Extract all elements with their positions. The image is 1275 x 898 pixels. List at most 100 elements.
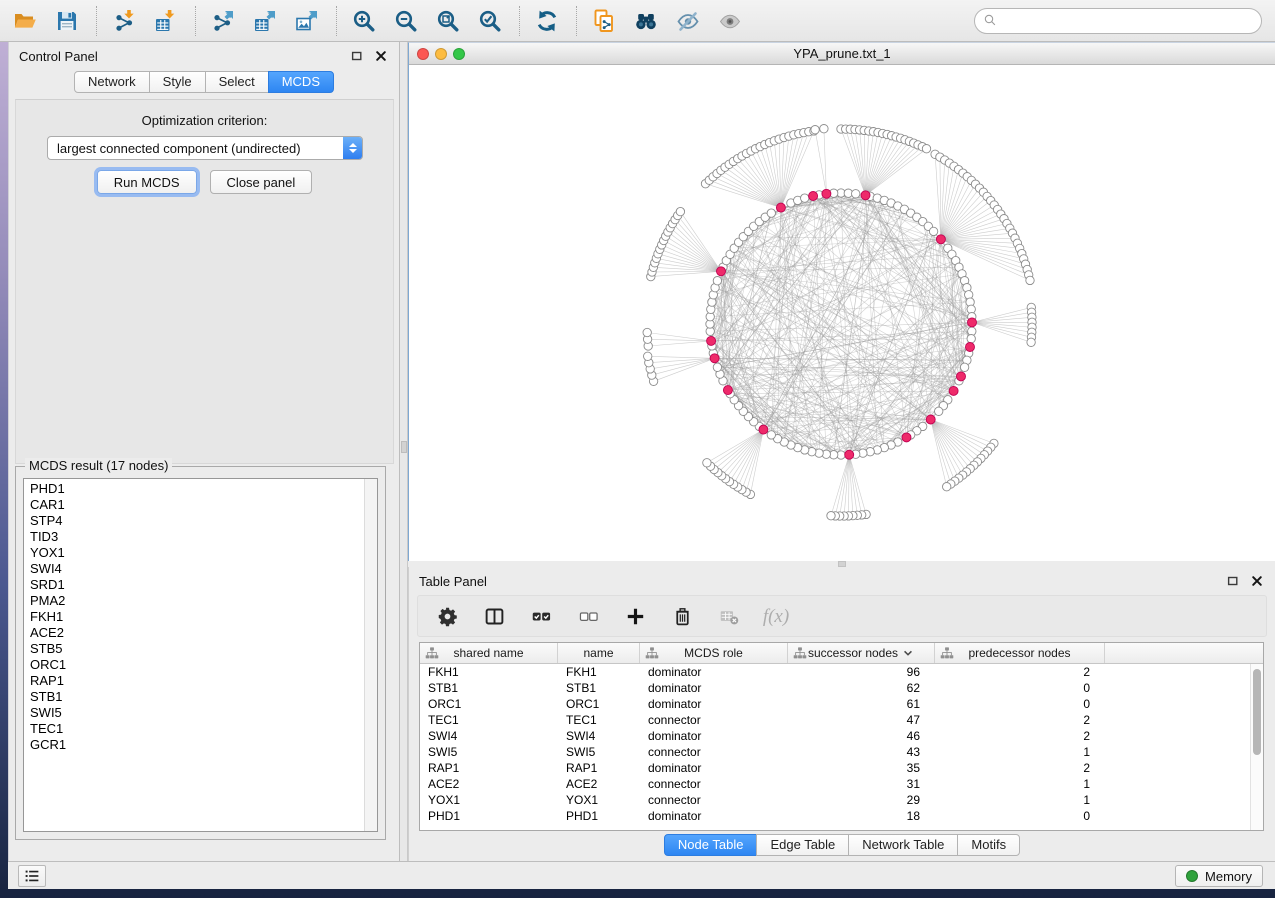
- function-builder-button: f(x): [763, 603, 789, 629]
- deselect-all-icon: [578, 606, 599, 627]
- column-header-predecessor-nodes[interactable]: predecessor nodes: [935, 643, 1105, 663]
- tab-mcds[interactable]: MCDS: [268, 71, 334, 93]
- zoom-in-button[interactable]: [347, 5, 381, 37]
- open-button[interactable]: [8, 5, 42, 37]
- table-row[interactable]: PHD1PHD1dominator180: [420, 808, 1250, 824]
- zoom-selected-button[interactable]: [473, 5, 507, 37]
- refresh-icon: [535, 9, 559, 33]
- zoom-out-button[interactable]: [389, 5, 423, 37]
- mcds-result-item[interactable]: SWI4: [24, 561, 363, 577]
- control-panel-title: Control Panel: [19, 49, 98, 64]
- table-panel-float-button[interactable]: [1225, 573, 1241, 589]
- tab-edge-table[interactable]: Edge Table: [756, 834, 849, 856]
- deselect-all-button[interactable]: [575, 603, 601, 629]
- traffic-light-maximize[interactable]: [453, 48, 465, 60]
- table-row[interactable]: ORC1ORC1dominator610: [420, 696, 1250, 712]
- show-hidden-icon: [718, 9, 742, 33]
- status-bar: Memory: [8, 861, 1275, 889]
- tab-node-table[interactable]: Node Table: [664, 834, 758, 856]
- criterion-select[interactable]: largest connected component (undirected): [47, 136, 363, 160]
- search-input[interactable]: [974, 8, 1262, 34]
- memory-button[interactable]: Memory: [1175, 865, 1263, 887]
- import-table-icon: [154, 9, 178, 33]
- table-cell: 2: [935, 665, 1105, 679]
- column-header-MCDS-role[interactable]: MCDS role: [640, 643, 788, 663]
- control-panel-close-button[interactable]: [373, 48, 389, 64]
- add-column-button[interactable]: [622, 603, 648, 629]
- mcds-result-item[interactable]: RAP1: [24, 673, 363, 689]
- mcds-result-item[interactable]: FKH1: [24, 609, 363, 625]
- control-panel: Control Panel NetworkStyleSelectMCDS Opt…: [8, 42, 400, 861]
- mcds-result-list: PHD1CAR1STP4TID3YOX1SWI4SRD1PMA2FKH1ACE2…: [24, 481, 363, 753]
- first-neighbors-button[interactable]: [629, 5, 663, 37]
- export-table-button[interactable]: [248, 5, 282, 37]
- mcds-result-item[interactable]: SRD1: [24, 577, 363, 593]
- hide-selected-button[interactable]: [671, 5, 705, 37]
- add-column-icon: [625, 606, 646, 627]
- split-view-button[interactable]: [481, 603, 507, 629]
- table-row[interactable]: RAP1RAP1dominator352: [420, 760, 1250, 776]
- mcds-result-item[interactable]: GCR1: [24, 737, 363, 753]
- column-header-shared-name[interactable]: shared name: [420, 643, 558, 663]
- mcds-result-item[interactable]: YOX1: [24, 545, 363, 561]
- import-network-button[interactable]: [107, 5, 141, 37]
- table-cell: SWI4: [558, 729, 640, 743]
- traffic-light-close[interactable]: [417, 48, 429, 60]
- panel-menu-button[interactable]: [18, 865, 46, 887]
- mcds-result-item[interactable]: SWI5: [24, 705, 363, 721]
- tab-select[interactable]: Select: [205, 71, 269, 93]
- table-row[interactable]: SWI4SWI4dominator462: [420, 728, 1250, 744]
- mcds-result-item[interactable]: ACE2: [24, 625, 363, 641]
- mcds-result-item[interactable]: PMA2: [24, 593, 363, 609]
- tab-network-table[interactable]: Network Table: [848, 834, 958, 856]
- mcds-result-item[interactable]: PHD1: [24, 481, 363, 497]
- mcds-result-item[interactable]: STB1: [24, 689, 363, 705]
- tab-style[interactable]: Style: [149, 71, 206, 93]
- table-row[interactable]: TEC1TEC1connector472: [420, 712, 1250, 728]
- vertical-splitter[interactable]: [400, 42, 408, 861]
- shared-column-icon: [425, 646, 439, 660]
- delete-column-button[interactable]: [669, 603, 695, 629]
- mcds-result-item[interactable]: TID3: [24, 529, 363, 545]
- refresh-button[interactable]: [530, 5, 564, 37]
- traffic-light-minimize[interactable]: [435, 48, 447, 60]
- toolbar-separator: [519, 6, 520, 36]
- search-field[interactable]: [1005, 14, 1253, 29]
- control-panel-float-button[interactable]: [349, 48, 365, 64]
- mcds-result-item[interactable]: CAR1: [24, 497, 363, 513]
- save-button[interactable]: [50, 5, 84, 37]
- tab-motifs[interactable]: Motifs: [957, 834, 1020, 856]
- shared-column-icon: [793, 646, 807, 660]
- export-network-button[interactable]: [206, 5, 240, 37]
- mcds-result-item[interactable]: ORC1: [24, 657, 363, 673]
- duplicate-network-button[interactable]: [587, 5, 621, 37]
- table-row[interactable]: YOX1YOX1connector291: [420, 792, 1250, 808]
- mcds-result-scrollbar[interactable]: [364, 479, 377, 831]
- table-row[interactable]: STB1STB1dominator620: [420, 680, 1250, 696]
- table-row[interactable]: ACE2ACE2connector311: [420, 776, 1250, 792]
- mcds-result-item[interactable]: STP4: [24, 513, 363, 529]
- table-row[interactable]: FKH1FKH1dominator962: [420, 664, 1250, 680]
- mcds-result-item[interactable]: TEC1: [24, 721, 363, 737]
- select-all-button[interactable]: [528, 603, 554, 629]
- column-header-successor-nodes[interactable]: successor nodes: [788, 643, 935, 663]
- table-row[interactable]: SWI5SWI5connector431: [420, 744, 1250, 760]
- memory-status-dot: [1186, 870, 1198, 882]
- close-panel-button[interactable]: Close panel: [210, 170, 313, 194]
- run-mcds-button[interactable]: Run MCDS: [97, 170, 197, 194]
- table-scrollbar[interactable]: [1250, 664, 1263, 830]
- settings-button[interactable]: [434, 603, 460, 629]
- zoom-fit-button[interactable]: [431, 5, 465, 37]
- table-cell: dominator: [640, 697, 788, 711]
- table-panel-close-button[interactable]: [1249, 573, 1265, 589]
- column-header-name[interactable]: name: [558, 643, 640, 663]
- mcds-result-listbox[interactable]: PHD1CAR1STP4TID3YOX1SWI4SRD1PMA2FKH1ACE2…: [23, 478, 378, 832]
- table-cell: 43: [788, 745, 935, 759]
- export-image-button[interactable]: [290, 5, 324, 37]
- import-table-button[interactable]: [149, 5, 183, 37]
- tab-network[interactable]: Network: [74, 71, 150, 93]
- mcds-result-item[interactable]: STB5: [24, 641, 363, 657]
- table-scrollbar-thumb[interactable]: [1253, 669, 1261, 755]
- float-icon: [350, 49, 364, 63]
- network-canvas[interactable]: [409, 65, 1275, 562]
